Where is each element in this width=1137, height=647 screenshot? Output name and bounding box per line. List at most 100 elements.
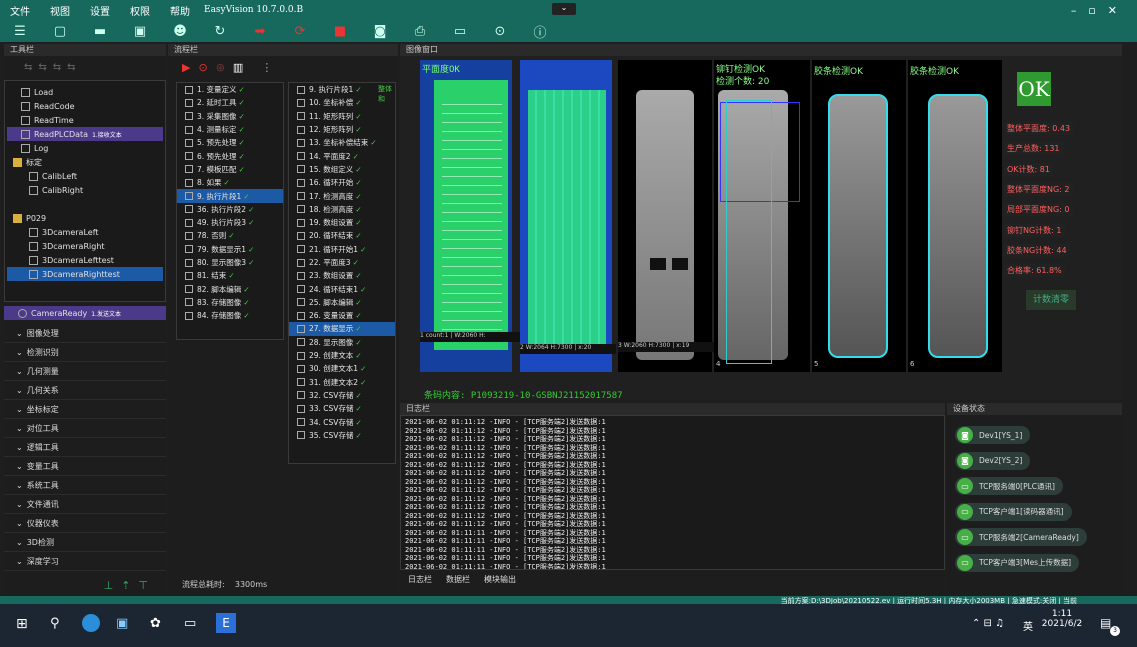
flow-step[interactable]: 28. 显示图像 ✓ (289, 336, 395, 349)
flow-step[interactable]: 36. 执行片段2 ✓ (177, 203, 283, 216)
flow-step[interactable]: 4. 测量标定 ✓ (177, 123, 283, 136)
window-controls[interactable]: –▫✕ (1071, 4, 1137, 17)
flow-step[interactable]: 29. 创建文本 ✓ (289, 349, 395, 362)
list-icon[interactable]: ☰ (8, 23, 32, 39)
category-item[interactable]: ⌄ 检测识别 (4, 343, 166, 362)
stop-icon[interactable]: ■ (328, 23, 352, 39)
tab-data[interactable]: 数据栏 (446, 574, 470, 585)
search-icon[interactable]: ⚲ (50, 616, 60, 631)
flow-step[interactable]: 24. 循环结束1 ✓ (289, 282, 395, 295)
flow-step[interactable]: 26. 变量设置 ✓ (289, 309, 395, 322)
open-folder-icon[interactable]: ▬ (88, 23, 112, 39)
windows-start-icon[interactable]: ⊞ (16, 616, 28, 632)
flow-step[interactable]: 1. 变量定义 ✓ (177, 83, 283, 96)
menu-help[interactable]: 帮助 (160, 3, 200, 18)
flow-step[interactable]: 8. 如果 ✓ (177, 176, 283, 189)
category-item[interactable]: ⌄ 深度学习 (4, 552, 166, 571)
category-item[interactable]: ⌄ 3D检测 (4, 533, 166, 552)
flow-step[interactable]: 20. 循环结束 ✓ (289, 229, 395, 242)
tree-item[interactable]: Log (7, 141, 163, 155)
tree-item[interactable]: 标定 (7, 155, 163, 169)
flow-step[interactable]: 83. 存储图像 ✓ (177, 296, 283, 309)
tree-item[interactable]: CalibRight (7, 183, 163, 197)
info-icon[interactable]: ⓘ (528, 23, 552, 41)
play-icon[interactable]: ▶ (182, 61, 190, 74)
flow-step[interactable]: 2. 延时工具 ✓ (177, 96, 283, 109)
clock[interactable]: 1:11 2021/6/2 (1040, 609, 1084, 629)
flow-step[interactable]: 33. CSV存储 ✓ (289, 402, 395, 415)
flow-step[interactable]: 19. 数组设置 ✓ (289, 216, 395, 229)
menu-view[interactable]: 视图 (40, 3, 80, 18)
flow-step[interactable]: 11. 矩形阵列 ✓ (289, 110, 395, 123)
tab-log[interactable]: 日志栏 (408, 574, 432, 585)
flow-step[interactable]: 16. 循环开始 ✓ (289, 176, 395, 189)
flow-step[interactable]: 34. CSV存储 ✓ (289, 415, 395, 428)
tree-item[interactable]: CalibLeft (7, 169, 163, 183)
tree-item[interactable]: 3DcameraLefttest (7, 253, 163, 267)
flow-step[interactable]: 9. 执行片段1 ✓ (177, 189, 283, 203)
flow-step[interactable]: 32. CSV存储 ✓ (289, 389, 395, 402)
run-icon[interactable]: ➡ (248, 23, 272, 39)
more-icon[interactable]: ⋮ (261, 61, 272, 74)
flow-step[interactable]: 17. 检测高度 ✓ (289, 189, 395, 202)
device-item[interactable]: ▭ TCP服务端0[PLC通讯] (955, 477, 1063, 495)
flow-step[interactable]: 81. 结束 ✓ (177, 269, 283, 282)
flow-step[interactable]: 78. 否则 ✓ (177, 229, 283, 242)
ime-indicator[interactable]: 英 (1023, 618, 1033, 633)
device-item[interactable]: ▭ TCP客户端3[Mes上传数据] (955, 553, 1080, 572)
category-item[interactable]: ⌄ 变量工具 (4, 457, 166, 476)
flow-step[interactable]: 82. 脚本编辑 ✓ (177, 282, 283, 295)
tree-item[interactable]: P029 (7, 211, 163, 225)
camera-icon[interactable]: ◙ (368, 23, 392, 39)
flow-step[interactable]: 49. 执行片段3 ✓ (177, 216, 283, 229)
menu-permission[interactable]: 权限 (120, 3, 160, 18)
user-icon[interactable]: ☻ (168, 23, 192, 39)
flow-step[interactable]: 22. 平面度3 ✓ (289, 256, 395, 269)
category-item[interactable]: ⌄ 逻辑工具 (4, 438, 166, 457)
flow-step[interactable]: 6. 预先处理 ✓ (177, 149, 283, 162)
tree-item[interactable]: ReadTime (7, 113, 163, 127)
flow-step[interactable]: 25. 脚本编辑 ✓ (289, 296, 395, 309)
tree-item[interactable]: ReadCode (7, 99, 163, 113)
device-item[interactable]: ▭ TCP服务端2[CameraReady] (955, 528, 1087, 546)
tray-icons[interactable]: ⌃ ⊟ ♫ (972, 618, 1004, 629)
flow-step[interactable]: 35. CSV存储 ✓ (289, 429, 395, 442)
flow-step[interactable]: 23. 数组设置 ✓ (289, 269, 395, 282)
printer-icon[interactable]: ⎙ (408, 23, 432, 39)
chevron-down-icon[interactable]: ⌄ (552, 3, 576, 15)
menu-settings[interactable]: 设置 (80, 3, 120, 18)
loop-icon[interactable]: ⊛ (216, 61, 225, 74)
category-item[interactable]: ⌄ 对位工具 (4, 419, 166, 438)
category-item[interactable]: ⌄ 仪器仪表 (4, 514, 166, 533)
app-icon-1[interactable]: ▣ (116, 616, 128, 631)
flow-step[interactable]: 5. 预先处理 ✓ (177, 136, 283, 149)
tree-item[interactable]: 3DcameraRighttest (7, 267, 163, 281)
clear-count-button[interactable]: 计数清零 (1026, 290, 1076, 310)
record-icon[interactable]: ⊙ (488, 23, 512, 39)
category-item[interactable]: ⌄ 系统工具 (4, 476, 166, 495)
flow-step[interactable]: 79. 数据显示1 ✓ (177, 243, 283, 256)
category-item[interactable]: ⌄ 文件通讯 (4, 495, 166, 514)
tree-item[interactable] (7, 197, 163, 211)
new-file-icon[interactable]: ▢ (48, 23, 72, 39)
device-icon[interactable]: ▭ (448, 23, 472, 39)
flow-step[interactable]: 30. 创建文本1 ✓ (289, 362, 395, 375)
flow-step[interactable]: 18. 检测高度 ✓ (289, 203, 395, 216)
easyvision-taskbar-icon[interactable]: E (216, 613, 236, 633)
flow-step[interactable]: 7. 模板匹配 ✓ (177, 163, 283, 176)
toolbox-align-icons[interactable]: ⊥⇡⊤ (104, 579, 156, 592)
save-icon[interactable]: ▣ (128, 23, 152, 39)
category-item[interactable]: ⌄ 图像处理 (4, 324, 166, 343)
flow-step[interactable]: 13. 坐标补偿结束 ✓ (289, 136, 395, 149)
cycle-icon[interactable]: ↻ (208, 23, 232, 39)
flow-step[interactable]: 12. 矩形阵列 ✓ (289, 123, 395, 136)
tree-item[interactable]: 3DcameraRight (7, 239, 163, 253)
category-item[interactable]: ⌄ 几何关系 (4, 381, 166, 400)
category-item[interactable]: ⌄ 几何测量 (4, 362, 166, 381)
loop-run-icon[interactable]: ⟳ (288, 23, 312, 39)
menu-file[interactable]: 文件 (0, 3, 40, 18)
tree-item[interactable]: ReadPLCData 1.接收文本 (7, 127, 163, 141)
flow-step[interactable]: 3. 采集图像 ✓ (177, 110, 283, 123)
flow-step[interactable]: 21. 循环开始1 ✓ (289, 243, 395, 256)
flow-step[interactable]: 27. 数据显示 ✓ (289, 322, 395, 336)
